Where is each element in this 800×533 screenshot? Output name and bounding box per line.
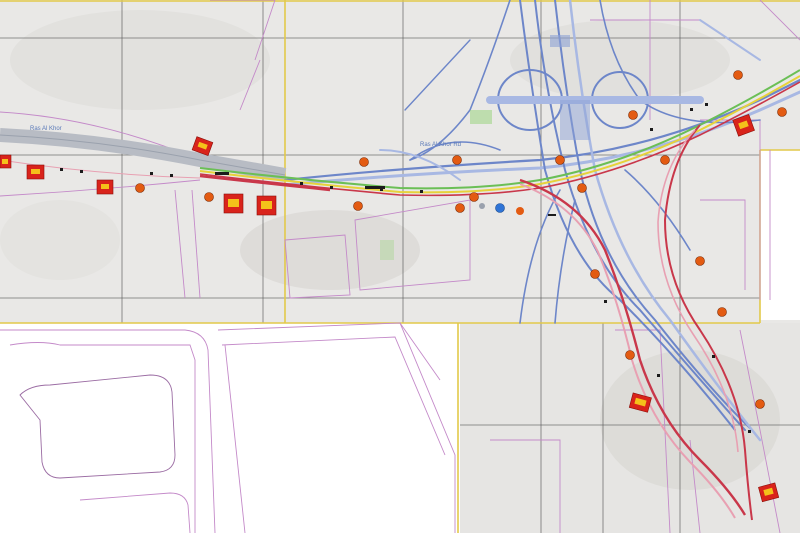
traffic-cone-icon[interactable] [353, 201, 363, 211]
warning-sign-icon[interactable] [223, 193, 244, 214]
traffic-cone-icon[interactable] [577, 183, 587, 193]
direction-arrow-icon [479, 203, 485, 209]
traffic-cone-icon[interactable] [628, 110, 638, 120]
traffic-cone-icon[interactable] [455, 203, 465, 213]
warning-sign-icon[interactable] [26, 164, 45, 180]
traffic-cone-icon[interactable] [777, 107, 787, 117]
traffic-cone-icon[interactable] [452, 155, 462, 165]
road-label-mid: Ras Al Khor Rd [420, 142, 461, 148]
warning-sign-icon[interactable] [96, 179, 114, 195]
traffic-cone-icon[interactable] [469, 192, 479, 202]
traffic-cone-icon[interactable] [755, 399, 765, 409]
traffic-cone-icon[interactable] [516, 207, 524, 215]
traffic-cone-icon[interactable] [660, 155, 670, 165]
traffic-cone-icon[interactable] [555, 155, 565, 165]
traffic-cone-icon[interactable] [590, 269, 600, 279]
traffic-diversion-map[interactable]: Ras Al Khor Ras Al Khor Rd [0, 0, 800, 533]
warning-sign-icon[interactable] [256, 195, 277, 216]
warning-sign-icon[interactable] [0, 154, 12, 169]
traffic-cone-icon[interactable] [733, 70, 743, 80]
traffic-cone-icon[interactable] [717, 307, 727, 317]
traffic-cone-icon[interactable] [204, 192, 214, 202]
map-canvas: Ras Al Khor Ras Al Khor Rd [0, 0, 800, 533]
traffic-cone-icon[interactable] [695, 256, 705, 266]
traffic-cone-icon[interactable] [625, 350, 635, 360]
traffic-cone-icon[interactable] [135, 183, 145, 193]
road-label-west: Ras Al Khor [30, 126, 62, 132]
info-point-icon[interactable] [495, 203, 505, 213]
traffic-cone-icon[interactable] [359, 157, 369, 167]
